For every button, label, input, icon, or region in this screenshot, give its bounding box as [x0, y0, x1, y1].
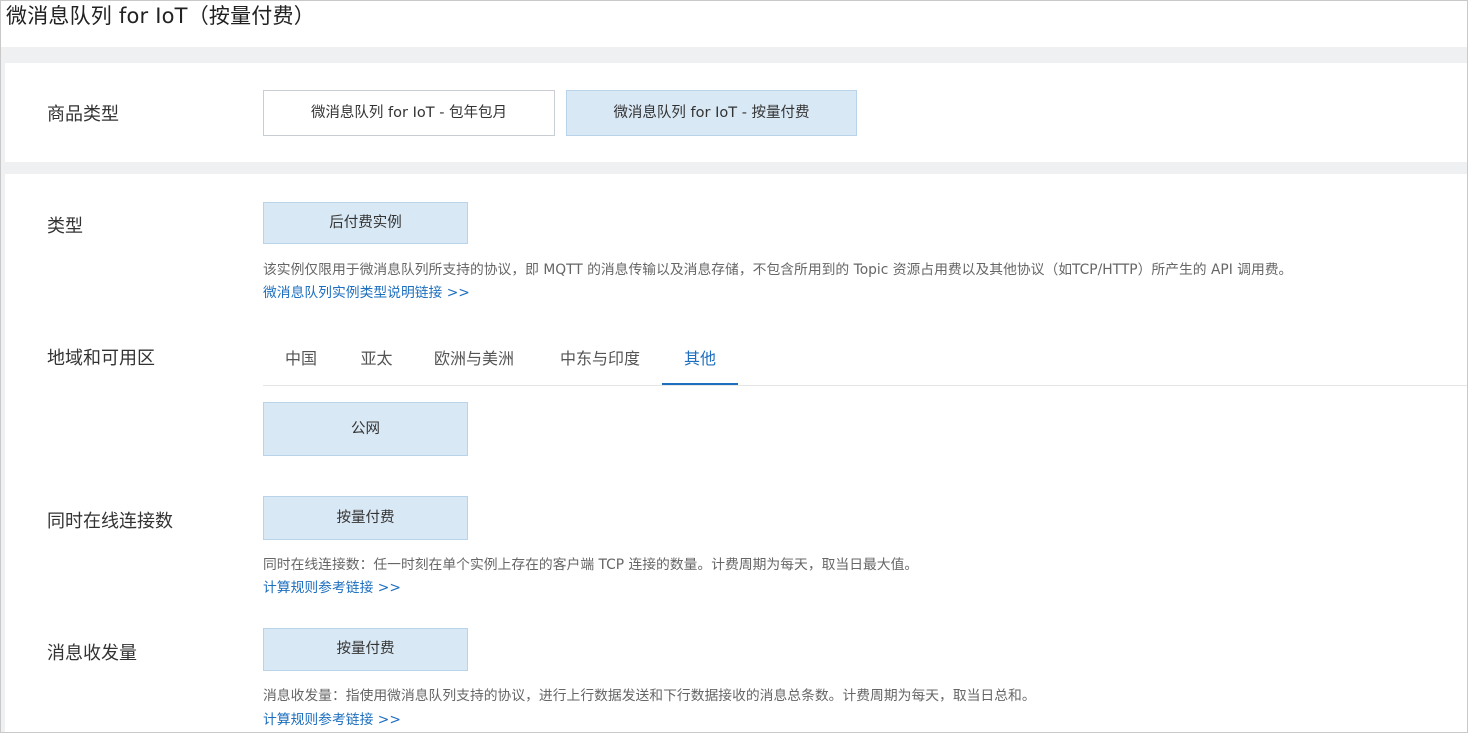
type-label: 类型 [47, 216, 83, 237]
tab-china[interactable]: 中国 [263, 337, 339, 385]
config-panel: 类型 后付费实例 该实例仅限用于微消息队列所支持的协议，即 MQTT 的消息传输… [5, 174, 1467, 732]
messages-description: 消息收发量：指使用微消息队列支持的协议，进行上行数据发送和下行数据接收的消息总条… [263, 688, 1036, 704]
type-option-postpaid[interactable]: 后付费实例 [263, 202, 468, 244]
connections-rule-link[interactable]: 计算规则参考链接 >> [263, 578, 401, 598]
product-type-panel: 商品类型 微消息队列 for IoT - 包年包月 微消息队列 for IoT … [5, 63, 1467, 162]
messages-option-pay-as-you-go[interactable]: 按量付费 [263, 628, 468, 671]
region-label: 地域和可用区 [47, 348, 155, 369]
messages-label: 消息收发量 [47, 643, 137, 664]
region-tabs: 中国 亚太 欧洲与美洲 中东与印度 其他 [263, 337, 1467, 386]
tab-europe-americas[interactable]: 欧洲与美洲 [414, 337, 534, 385]
page-frame: 微消息队列 for IoT（按量付费） 商品类型 微消息队列 for IoT -… [0, 0, 1468, 733]
product-option-subscription[interactable]: 微消息队列 for IoT - 包年包月 [263, 90, 555, 136]
page-title: 微消息队列 for IoT（按量付费） [6, 4, 315, 28]
tab-middle-east-india[interactable]: 中东与印度 [542, 337, 658, 385]
tab-other[interactable]: 其他 [662, 337, 738, 385]
product-type-label: 商品类型 [47, 104, 119, 125]
zone-option-public[interactable]: 公网 [263, 402, 468, 456]
connections-description: 同时在线连接数：任一时刻在单个实例上存在的客户端 TCP 连接的数量。计费周期为… [263, 557, 919, 573]
title-bar: 微消息队列 for IoT（按量付费） [1, 1, 1467, 47]
tab-asia-pacific[interactable]: 亚太 [339, 337, 414, 385]
product-option-pay-as-you-go[interactable]: 微消息队列 for IoT - 按量付费 [566, 90, 857, 136]
instance-type-doc-link[interactable]: 微消息队列实例类型说明链接 >> [263, 283, 470, 303]
type-description: 该实例仅限用于微消息队列所支持的协议，即 MQTT 的消息传输以及消息存储，不包… [263, 262, 1293, 278]
messages-rule-link[interactable]: 计算规则参考链接 >> [263, 710, 401, 730]
connections-label: 同时在线连接数 [47, 511, 173, 532]
connections-option-pay-as-you-go[interactable]: 按量付费 [263, 496, 468, 540]
